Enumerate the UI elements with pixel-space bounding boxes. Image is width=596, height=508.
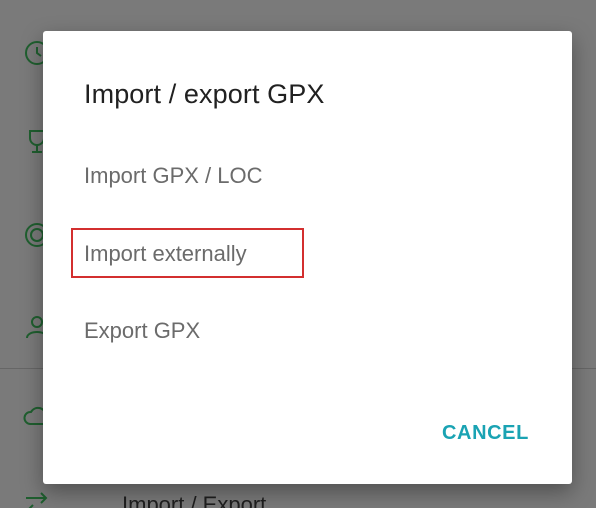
dialog-title: Import / export GPX (84, 79, 325, 109)
export-gpx-option[interactable]: Export GPX (84, 318, 200, 344)
import-export-dialog: Import / export GPX Import GPX / LOC Imp… (43, 31, 572, 484)
import-export-icon (22, 490, 52, 508)
cancel-button[interactable]: CANCEL (442, 422, 529, 445)
import-export-list-item: Import / Export (122, 492, 267, 508)
import-gpx-loc-option[interactable]: Import GPX / LOC (84, 163, 263, 189)
import-externally-option[interactable]: Import externally (84, 241, 247, 267)
